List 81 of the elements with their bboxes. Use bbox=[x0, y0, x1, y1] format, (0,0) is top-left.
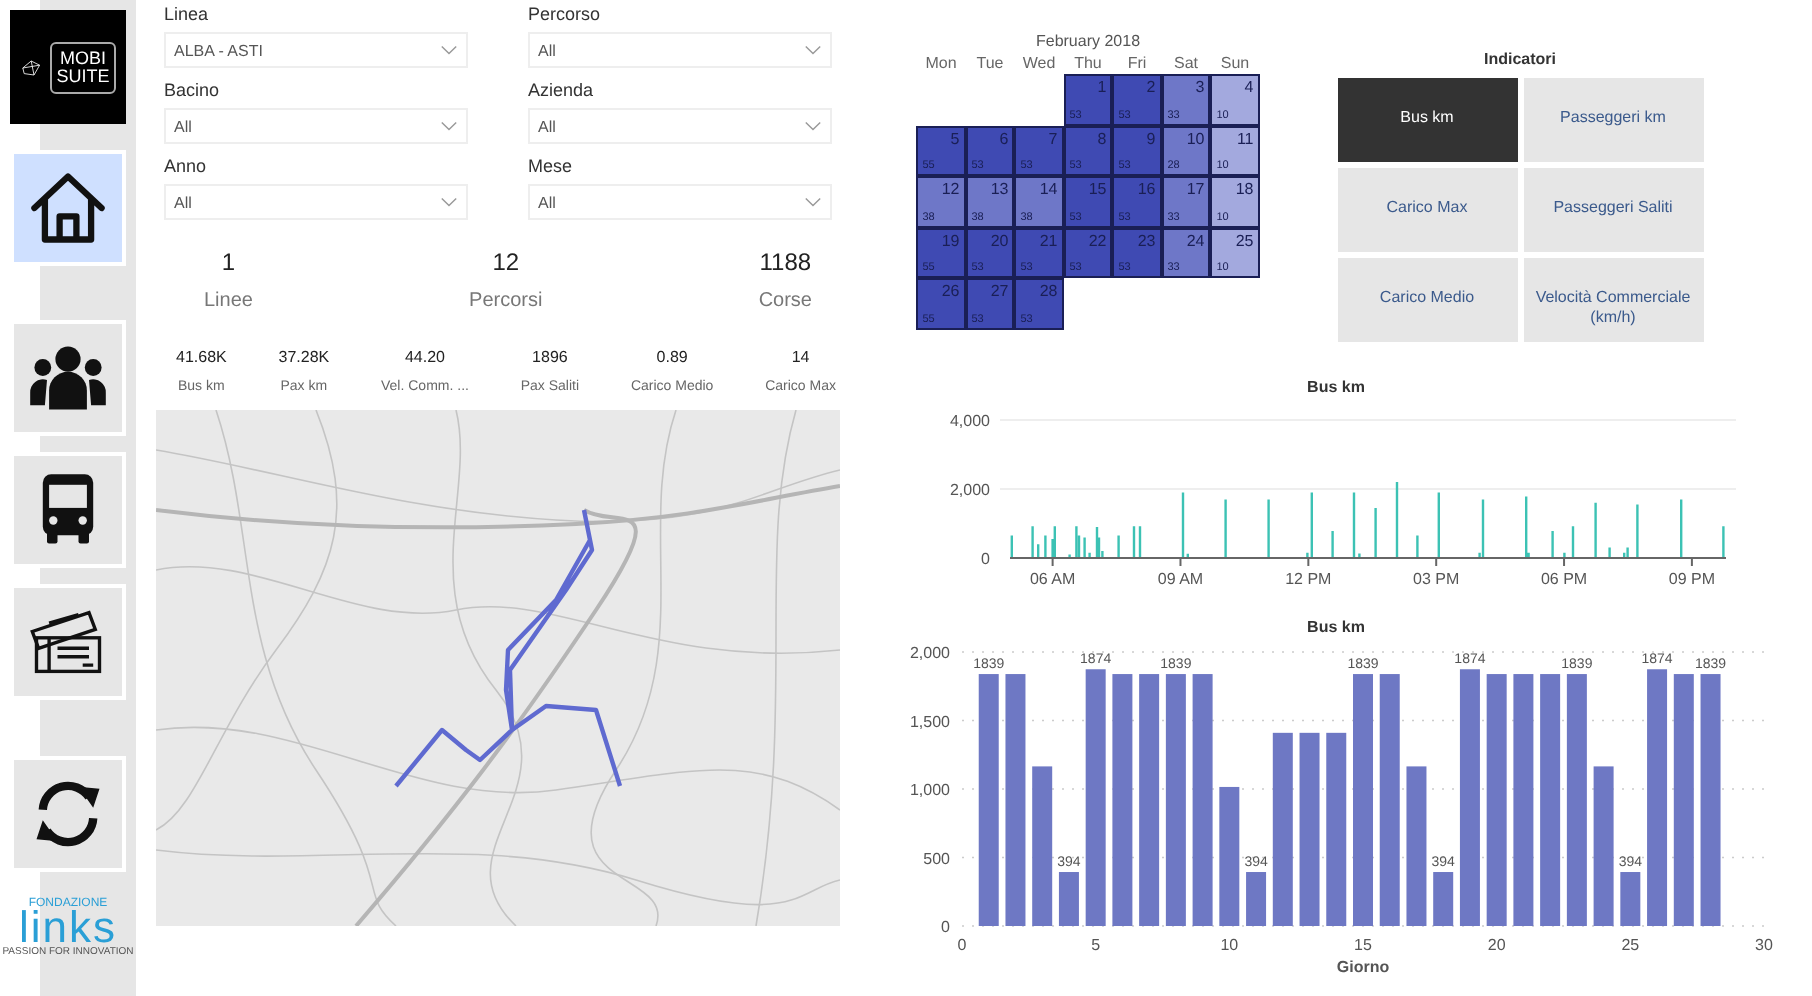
y-tick-label: 0 bbox=[941, 918, 950, 936]
metric-value: 37.28K bbox=[278, 348, 330, 366]
y-tick-label: 1,500 bbox=[909, 712, 950, 731]
kpi-label: Corse bbox=[758, 290, 812, 312]
y-tick-label: 2,000 bbox=[909, 644, 950, 662]
metric-value: 1896 bbox=[532, 348, 568, 366]
y-tick-label: 4,000 bbox=[949, 412, 990, 430]
indicator-button[interactable]: Bus km bbox=[1337, 78, 1517, 162]
dropdown[interactable]: All bbox=[528, 184, 832, 220]
metric-value: 14 bbox=[791, 348, 810, 366]
dropdown[interactable]: All bbox=[528, 108, 832, 144]
nav-button[interactable] bbox=[10, 756, 126, 872]
dropdown[interactable]: All bbox=[528, 32, 832, 68]
chart-title: Bus km bbox=[1307, 618, 1365, 636]
dropdown[interactable]: ALBA - ASTI bbox=[164, 32, 468, 68]
weekday-label: Tue bbox=[974, 53, 1006, 71]
indicator-button[interactable]: Passeggeri Saliti bbox=[1523, 168, 1703, 252]
y-tick-label: 500 bbox=[923, 849, 950, 868]
nav-button[interactable] bbox=[10, 320, 126, 436]
chart-title: Bus km bbox=[1307, 378, 1365, 396]
x-tick-label: 06 AM bbox=[1029, 570, 1076, 588]
weekday-label: Fri bbox=[1125, 53, 1149, 71]
chevron-down-icon bbox=[440, 120, 458, 132]
kpi-label: Linee bbox=[204, 290, 253, 312]
kpi-label: Percorsi bbox=[469, 290, 543, 312]
weekday-label: Sat bbox=[1171, 53, 1200, 71]
x-tick-label: 0 bbox=[957, 936, 967, 954]
metric-value: 0.89 bbox=[656, 348, 688, 366]
filter-label: Azienda bbox=[528, 80, 594, 100]
y-tick-label: 1,000 bbox=[909, 781, 950, 799]
kpi-value: 1 bbox=[221, 248, 236, 276]
kpi-value: 12 bbox=[492, 248, 520, 276]
chart-bar bbox=[1219, 786, 1240, 926]
y-tick-label: 0 bbox=[981, 550, 990, 568]
dropdown[interactable]: All bbox=[164, 184, 468, 220]
logo-text: SUITE bbox=[56, 67, 110, 85]
indicator-button[interactable]: Carico Medio bbox=[1337, 258, 1517, 342]
indicators-title: Indicatori bbox=[1483, 50, 1556, 68]
indicator-button[interactable]: Velocità Commerciale (km/h) bbox=[1523, 258, 1703, 342]
weekday-label: Mon bbox=[923, 53, 959, 71]
chart-bar bbox=[1620, 872, 1641, 926]
x-tick-label: 03 PM bbox=[1413, 570, 1460, 588]
chart-bar bbox=[1058, 872, 1079, 926]
filter-label: Percorso bbox=[528, 4, 601, 24]
chevron-down-icon bbox=[804, 196, 822, 208]
x-tick-label: 09 AM bbox=[1157, 570, 1204, 588]
calendar-title: February 2018 bbox=[1035, 32, 1141, 50]
kpi-value: 1188 bbox=[759, 248, 812, 276]
filter-label: Mese bbox=[528, 156, 573, 176]
x-tick-label: 09 PM bbox=[1668, 570, 1716, 588]
metric-value: 41.68K bbox=[176, 348, 227, 366]
y-tick-label: 2,000 bbox=[949, 481, 990, 499]
nav-button[interactable] bbox=[10, 452, 126, 568]
x-tick-label: 30 bbox=[1755, 936, 1773, 954]
indicator-button[interactable]: Passeggeri km bbox=[1523, 78, 1703, 162]
chart-bar bbox=[1433, 872, 1454, 926]
chevron-down-icon bbox=[804, 44, 822, 56]
x-tick-label: 15 bbox=[1354, 936, 1372, 954]
x-tick-label: 25 bbox=[1621, 936, 1640, 954]
nav-button[interactable] bbox=[10, 150, 126, 266]
chart-bar bbox=[1246, 872, 1267, 926]
weekday-label: Thu bbox=[1072, 53, 1104, 71]
x-tick-label: 5 bbox=[1091, 936, 1101, 954]
dropdown[interactable]: All bbox=[164, 108, 468, 144]
indicator-button[interactable]: Carico Max bbox=[1337, 168, 1517, 252]
weekday-label: Wed bbox=[1020, 53, 1058, 71]
filter-label: Bacino bbox=[164, 80, 220, 100]
weekday-label: Sun bbox=[1218, 53, 1252, 71]
x-tick-label: 20 bbox=[1487, 936, 1506, 954]
x-tick-label: 10 bbox=[1220, 936, 1239, 954]
metric-value: 44.20 bbox=[404, 348, 445, 366]
axis-title: Giorno bbox=[1336, 958, 1390, 976]
chevron-down-icon bbox=[804, 120, 822, 132]
filter-label: Linea bbox=[164, 4, 209, 24]
nav-button[interactable] bbox=[10, 584, 126, 700]
chevron-down-icon bbox=[440, 44, 458, 56]
x-tick-label: 06 PM bbox=[1540, 570, 1588, 588]
chevron-down-icon bbox=[440, 196, 458, 208]
filter-label: Anno bbox=[164, 156, 207, 176]
x-tick-label: 12 PM bbox=[1285, 570, 1332, 588]
logo-text: MOBI bbox=[59, 49, 106, 67]
